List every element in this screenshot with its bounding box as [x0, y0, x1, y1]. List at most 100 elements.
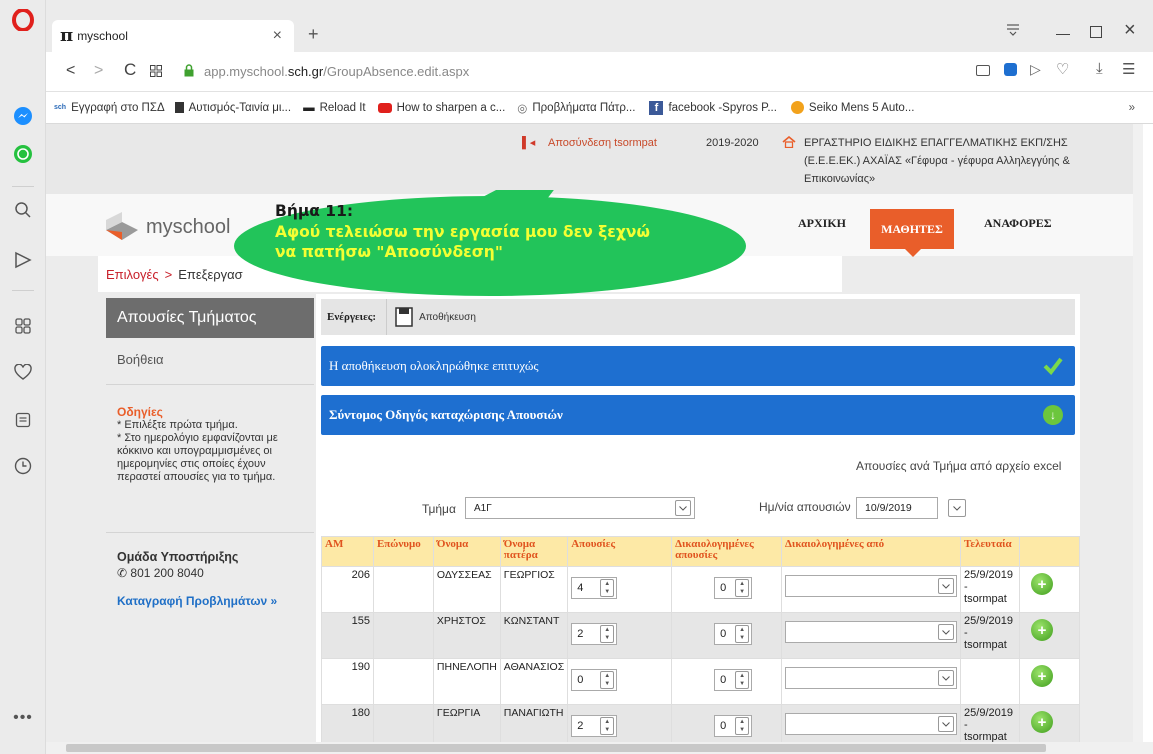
pi-icon: π: [60, 25, 74, 46]
vpn-shield-icon[interactable]: [1004, 63, 1017, 76]
phone-number: 801 200 8040: [130, 566, 204, 580]
tab-menu-icon[interactable]: [1006, 22, 1020, 36]
bookmark-item[interactable]: ◎ Προβλήματα Πάτρ...: [517, 101, 635, 115]
callout-annotation: Βήμα 11: Αφού τελειώσω την εργασία μου δ…: [232, 190, 778, 304]
stepper-arrows-icon[interactable]: ▲ ▼: [600, 579, 615, 597]
stepper-arrows-icon[interactable]: ▲ ▼: [735, 671, 750, 689]
tab-myschool[interactable]: π myschool ×: [52, 20, 294, 52]
justified-stepper[interactable]: 0 ▲ ▼: [714, 669, 753, 691]
stepper-arrows-icon[interactable]: ▲ ▼: [600, 671, 615, 689]
excel-import-link[interactable]: Απουσίες ανά Τμήμα από αρχείο excel: [856, 459, 1061, 473]
favorite-icon[interactable]: ♡: [1056, 60, 1069, 78]
absences-value: 0: [577, 674, 584, 686]
justified-by-select[interactable]: [785, 621, 958, 643]
cell-father: ΑΘΑΝΑΣΙΟΣ: [499, 658, 569, 705]
scrollbar-thumb[interactable]: [66, 744, 1046, 752]
close-window-icon[interactable]: ×: [1124, 20, 1136, 40]
breadcrumb-options[interactable]: Επιλογές: [106, 267, 159, 282]
justified-stepper[interactable]: 0 ▲ ▼: [714, 623, 753, 645]
forward-icon[interactable]: >: [94, 62, 103, 80]
add-icon[interactable]: +: [1031, 619, 1054, 641]
bookmark-label: Seiko Mens 5 Auto...: [808, 101, 915, 114]
justified-stepper[interactable]: 0 ▲ ▼: [714, 715, 753, 737]
support-phone: ✆ 801 200 8040: [117, 566, 204, 580]
opera-logo-icon[interactable]: [9, 6, 37, 34]
sidebar-divider: [12, 290, 34, 291]
messenger-icon[interactable]: [9, 102, 37, 130]
vertical-scrollbar[interactable]: [1133, 124, 1143, 742]
bookmark-item[interactable]: Seiko Mens 5 Auto...: [790, 101, 915, 114]
add-icon[interactable]: +: [1031, 711, 1054, 733]
report-problems-link[interactable]: Καταγραφή Προβλημάτων »: [117, 594, 277, 608]
new-tab-button[interactable]: +: [308, 24, 319, 45]
flow-icon[interactable]: ▷: [1030, 61, 1041, 78]
callout-title: Βήμα 11:: [275, 202, 354, 220]
heart-icon[interactable]: [9, 358, 37, 386]
help-link[interactable]: Βοήθεια: [117, 352, 164, 367]
absences-stepper[interactable]: 2 ▲ ▼: [571, 715, 618, 737]
callout-line-2: να πατήσω "Αποσύνδεση": [275, 243, 503, 261]
justified-by-select[interactable]: [785, 575, 958, 597]
bookmark-item[interactable]: ▬ Reload It: [303, 102, 366, 114]
stepper-arrows-icon[interactable]: ▲ ▼: [600, 717, 615, 735]
add-icon[interactable]: +: [1031, 573, 1054, 595]
justified-by-select[interactable]: [785, 667, 958, 689]
instruction-line: περαστεί απουσίες για το τμήμα.: [117, 471, 276, 483]
top-info-bar: ▌◂ Αποσύνδεση tsormpat 2019-2020 ΕΡΓΑΣΤΗ…: [46, 124, 1143, 194]
settings-icon[interactable]: ☰: [1122, 60, 1135, 78]
col-surname: Επώνυμο: [372, 536, 434, 567]
bookmark-item[interactable]: Αυτισμός-Ταινία μι...: [174, 102, 291, 114]
download-icon[interactable]: ⤓: [1096, 60, 1103, 77]
reload-icon[interactable]: C: [124, 60, 136, 80]
stepper-arrows-icon[interactable]: ▲ ▼: [600, 625, 615, 643]
bookmark-item[interactable]: sch Εγγραφή στο ΠΣΔ: [54, 102, 165, 114]
panel-title: Απουσίες Τμήματος: [106, 298, 314, 338]
tabs-grid-icon[interactable]: [150, 65, 162, 77]
bookmark-item[interactable]: f facebook -Spyros P...: [649, 100, 777, 115]
horizontal-scrollbar[interactable]: [46, 742, 1153, 754]
search-icon[interactable]: [9, 196, 37, 224]
history-icon[interactable]: [9, 452, 37, 480]
save-button[interactable]: Αποθήκευση: [386, 299, 476, 335]
nav-students[interactable]: ΜΑΘΗΤΕΣ: [870, 209, 954, 249]
close-tab-icon[interactable]: ×: [273, 27, 282, 45]
col-father: Όνομα πατέρα: [499, 536, 569, 567]
send-icon[interactable]: [9, 246, 37, 274]
department-select[interactable]: Α1Γ: [465, 497, 695, 519]
instruction-line: ημερομηνίες στις οποίες έχουν: [117, 458, 266, 470]
whatsapp-icon[interactable]: [9, 140, 37, 168]
myschool-logo[interactable]: myschool: [104, 212, 230, 242]
expand-down-icon[interactable]: ↓: [1043, 405, 1063, 425]
logout-link[interactable]: Αποσύνδεση tsormpat: [548, 137, 657, 149]
speed-dial-icon[interactable]: [9, 312, 37, 340]
department-value: Α1Γ: [474, 502, 492, 514]
stepper-arrows-icon[interactable]: ▲ ▼: [735, 579, 750, 597]
back-icon[interactable]: <: [66, 62, 75, 80]
absences-value: 2: [577, 628, 584, 640]
bookmark-label: Reload It: [319, 101, 366, 114]
school-year: 2019-2020: [706, 137, 759, 149]
absences-stepper[interactable]: 0 ▲ ▼: [571, 669, 618, 691]
cell-justified: 0 ▲ ▼: [671, 704, 783, 742]
absences-stepper[interactable]: 2 ▲ ▼: [571, 623, 618, 645]
nav-home[interactable]: ΑΡΧΙΚΗ: [798, 216, 846, 231]
guide-banner[interactable]: Σύντομος Οδηγός καταχώρισης Απουσιών ↓: [321, 395, 1075, 435]
add-icon[interactable]: +: [1031, 665, 1054, 687]
maximize-icon[interactable]: [1090, 26, 1102, 38]
url-field[interactable]: app.myschool.sch.gr/GroupAbsence.edit.as…: [204, 64, 469, 79]
date-dropdown-button[interactable]: [948, 499, 966, 517]
date-select[interactable]: 10/9/2019: [856, 497, 938, 519]
bookmark-item[interactable]: How to sharpen a c...: [377, 102, 505, 114]
nav-reports[interactable]: ΑΝΑΦΟΡΕΣ: [984, 216, 1052, 231]
stepper-arrows-icon[interactable]: ▲ ▼: [735, 625, 750, 643]
news-icon[interactable]: [9, 406, 37, 434]
minimize-icon[interactable]: [1056, 34, 1070, 35]
camera-icon[interactable]: [976, 65, 990, 76]
stepper-arrows-icon[interactable]: ▲ ▼: [735, 717, 750, 735]
more-icon[interactable]: •••: [9, 704, 37, 732]
justified-by-select[interactable]: [785, 713, 958, 735]
absences-table: ΑΜ Επώνυμο Όνομα Όνομα πατέρα Απουσίες Δ…: [321, 536, 1080, 742]
justified-stepper[interactable]: 0 ▲ ▼: [714, 577, 753, 599]
more-bookmarks-icon[interactable]: »: [1129, 102, 1135, 114]
absences-stepper[interactable]: 4 ▲ ▼: [571, 577, 618, 599]
